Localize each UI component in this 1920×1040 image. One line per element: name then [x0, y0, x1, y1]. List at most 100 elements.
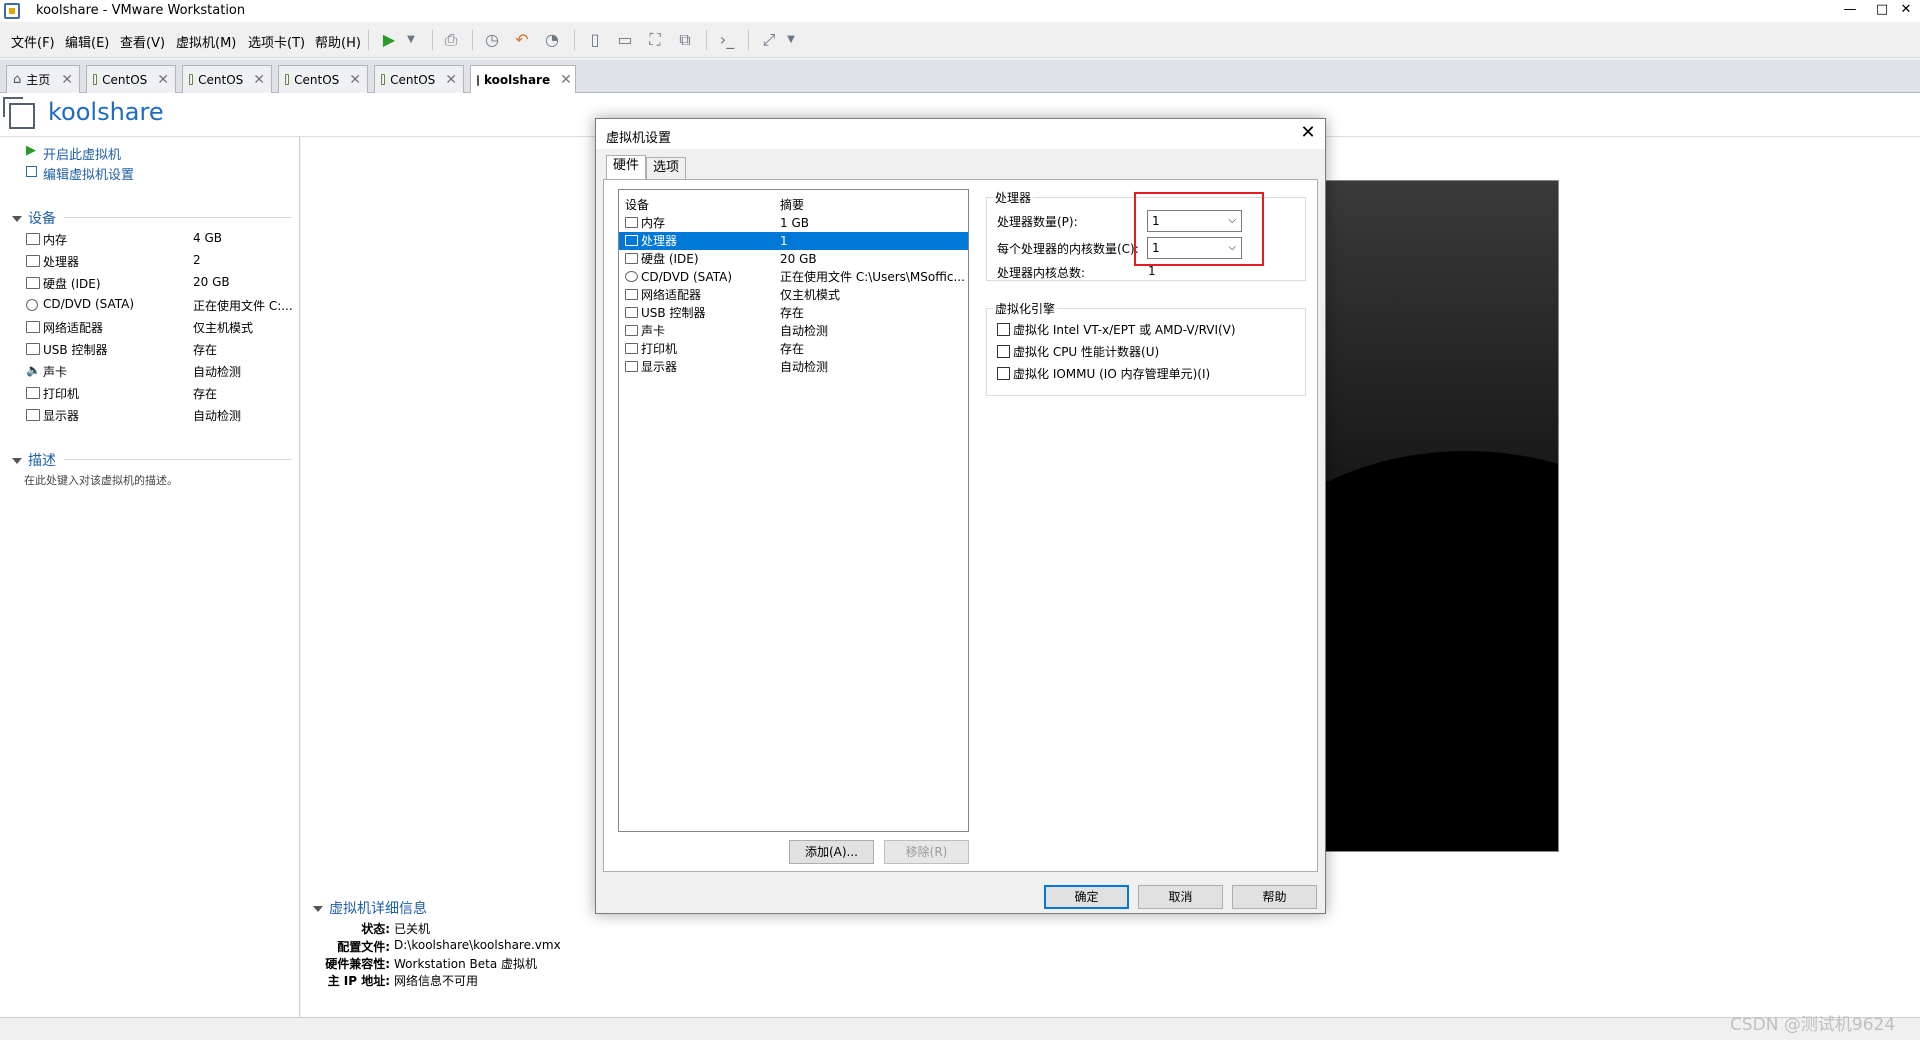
list-item-sound[interactable]: 声卡 自动检测	[619, 322, 968, 340]
virt-iommu-label[interactable]: 虚拟化 IOMMU (IO 内存管理单元)(I)	[1013, 365, 1210, 382]
tab-centos-2[interactable]: CentOS ✕	[182, 65, 272, 93]
dialog-close-icon[interactable]: ✕	[1296, 122, 1320, 146]
list-item-name: CD/DVD (SATA)	[641, 270, 733, 284]
send-keys-icon[interactable]: ⎙	[440, 29, 462, 51]
list-item-usb[interactable]: USB 控制器 存在	[619, 304, 968, 322]
snapshot-manager-icon[interactable]: ◔	[541, 29, 563, 51]
tab-centos-4[interactable]: CentOS ✕	[374, 65, 464, 93]
stretch-icon[interactable]: ⤢	[758, 29, 780, 51]
virt-cpu-counters-checkbox[interactable]	[997, 345, 1010, 358]
title-bar	[0, 0, 1920, 22]
tab-home[interactable]: ⌂ 主页 ✕	[6, 65, 80, 93]
device-name[interactable]: 声卡	[43, 363, 67, 380]
list-item-printer[interactable]: 打印机 存在	[619, 340, 968, 358]
menu-vm[interactable]: 虚拟机(M)	[176, 32, 236, 51]
tab-close-icon[interactable]: ✕	[243, 72, 265, 88]
tab-label: 主页	[26, 73, 51, 87]
vm-preview-screen[interactable]	[1325, 180, 1559, 852]
power-on-icon[interactable]: ▶	[378, 29, 400, 51]
device-name[interactable]: 处理器	[43, 253, 79, 270]
section-divider	[64, 459, 292, 460]
ok-button[interactable]: 确定	[1044, 885, 1129, 909]
vm-icon	[381, 74, 386, 85]
device-name[interactable]: 硬盘 (IDE)	[43, 275, 101, 292]
fullscreen-icon[interactable]: ⛶	[644, 29, 666, 51]
tab-close-icon[interactable]: ✕	[339, 72, 361, 88]
list-item-memory[interactable]: 内存 1 GB	[619, 214, 968, 232]
list-item-processor[interactable]: 处理器 1	[619, 232, 968, 250]
display-icon	[26, 409, 40, 421]
menu-edit[interactable]: 编辑(E)	[65, 32, 109, 51]
vm-icon	[285, 74, 290, 85]
processor-group-title: 处理器	[995, 191, 1032, 205]
list-item-display[interactable]: 显示器 自动检测	[619, 358, 968, 376]
unity-icon[interactable]: ⧉	[674, 29, 696, 51]
virt-vtx-label[interactable]: 虚拟化 Intel VT-x/EPT 或 AMD-V/RVI(V)	[1013, 321, 1236, 338]
snapshot-icon[interactable]: ◷	[481, 29, 503, 51]
cancel-button[interactable]: 取消	[1138, 885, 1223, 909]
annotation-highlight-box	[1134, 192, 1264, 266]
device-name[interactable]: 内存	[43, 231, 67, 248]
list-item-hard-disk[interactable]: 硬盘 (IDE) 20 GB	[619, 250, 968, 268]
virt-vtx-checkbox[interactable]	[997, 323, 1010, 336]
device-name[interactable]: CD/DVD (SATA)	[43, 297, 134, 311]
tab-close-icon[interactable]: ✕	[550, 72, 572, 88]
virt-iommu-checkbox[interactable]	[997, 367, 1010, 380]
device-value: 2	[193, 253, 201, 267]
menu-help[interactable]: 帮助(H)	[315, 32, 361, 51]
list-item-cd-dvd[interactable]: CD/DVD (SATA) 正在使用文件 C:\Users\MSoffic...	[619, 268, 968, 286]
add-hardware-button[interactable]: 添加(A)...	[789, 840, 874, 864]
menu-view[interactable]: 查看(V)	[120, 32, 165, 51]
tab-hardware[interactable]: 硬件	[606, 155, 646, 180]
dialog-title: 虚拟机设置	[606, 131, 672, 146]
library-view-icon[interactable]: ▯	[584, 29, 606, 51]
device-value: 存在	[193, 343, 218, 357]
list-header-device[interactable]: 设备	[625, 196, 649, 213]
memory-icon	[26, 233, 40, 245]
memory-icon	[625, 217, 638, 228]
device-name[interactable]: 打印机	[43, 385, 79, 402]
processor-icon	[26, 255, 40, 267]
device-name[interactable]: USB 控制器	[43, 341, 107, 358]
thumbnail-view-icon[interactable]: ▭	[614, 29, 636, 51]
device-name[interactable]: 显示器	[43, 407, 79, 424]
hardware-device-list[interactable]: 设备 摘要 内存 1 GB 处理器 1 硬盘 (IDE) 20 GB CD/DVD (…	[618, 189, 969, 832]
vm-details-section-header[interactable]: 虚拟机详细信息	[313, 898, 427, 918]
device-value: 20 GB	[193, 275, 230, 289]
virt-cpu-counters-label[interactable]: 虚拟化 CPU 性能计数器(U)	[1013, 343, 1159, 360]
list-header-summary[interactable]: 摘要	[780, 196, 804, 213]
power-on-link[interactable]: 开启此虚拟机	[43, 144, 121, 163]
vm-logo-icon	[3, 97, 35, 129]
revert-snapshot-icon[interactable]: ↶	[511, 29, 533, 51]
tab-close-icon[interactable]: ✕	[435, 72, 457, 88]
list-item-value: 自动检测	[780, 324, 829, 338]
menu-tabs[interactable]: 选项卡(T)	[248, 32, 305, 51]
list-item-name: 声卡	[641, 324, 666, 338]
tab-centos-1[interactable]: CentOS ✕	[86, 65, 176, 93]
minimize-button[interactable]: —	[1836, 0, 1864, 22]
menu-file[interactable]: 文件(F)	[11, 32, 55, 51]
tab-close-icon[interactable]: ✕	[51, 72, 73, 88]
power-dropdown-icon[interactable]: ▼	[400, 29, 422, 51]
tab-options[interactable]: 选项	[646, 157, 686, 179]
tab-close-icon[interactable]: ✕	[147, 72, 169, 88]
list-item-network[interactable]: 网络适配器 仅主机模式	[619, 286, 968, 304]
edit-settings-link[interactable]: 编辑虚拟机设置	[43, 164, 134, 183]
description-text[interactable]: 在此处键入对该虚拟机的描述。	[24, 472, 178, 488]
help-button[interactable]: 帮助	[1232, 885, 1317, 909]
description-section-header[interactable]: 描述	[12, 450, 56, 470]
virtualization-group-title: 虚拟化引擎	[995, 302, 1056, 316]
close-button[interactable]: ✕	[1892, 0, 1920, 22]
tab-centos-3[interactable]: CentOS ✕	[278, 65, 368, 93]
cd-dvd-icon	[26, 299, 38, 311]
detail-value: D:\koolshare\koolshare.vmx	[394, 938, 561, 952]
devices-section-header[interactable]: 设备	[12, 208, 56, 228]
stretch-dropdown-icon[interactable]: ▼	[780, 29, 802, 51]
console-icon[interactable]: ›_	[716, 29, 738, 51]
device-name[interactable]: 网络适配器	[43, 319, 103, 336]
tab-koolshare[interactable]: koolshare ✕	[470, 65, 576, 94]
device-value: 仅主机模式	[193, 321, 254, 335]
remove-hardware-button[interactable]: 移除(R)	[884, 840, 969, 864]
detail-key: 配置文件:	[337, 940, 390, 954]
list-item-name: USB 控制器	[641, 306, 706, 320]
